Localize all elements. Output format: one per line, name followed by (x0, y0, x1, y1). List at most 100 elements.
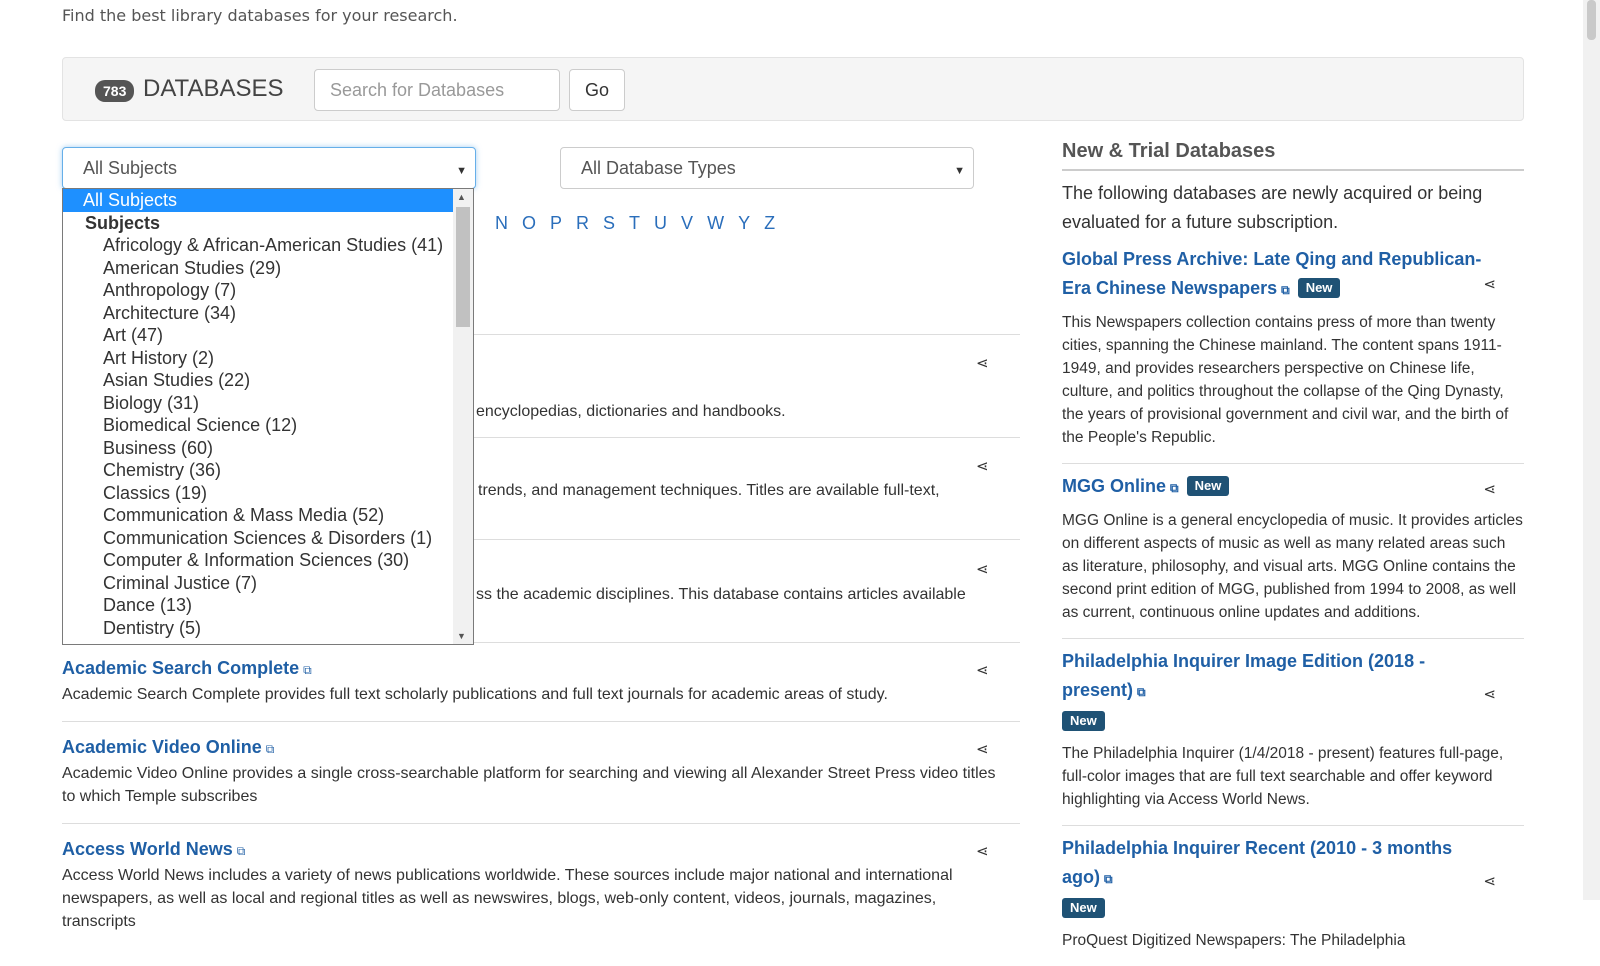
chevron-down-icon: ▼ (954, 165, 965, 177)
page-scroll-thumb[interactable] (1587, 0, 1596, 40)
external-link-icon: ⧉ (1281, 283, 1290, 297)
share-icon[interactable]: ⋖ (976, 661, 989, 679)
divider (62, 823, 1020, 824)
go-button[interactable]: Go (569, 69, 625, 111)
dropdown-group-label: Subjects (85, 212, 161, 233)
external-link-icon: ⧉ (303, 663, 312, 677)
az-letter[interactable]: U (654, 213, 667, 234)
share-icon[interactable]: ⋖ (1483, 685, 1496, 703)
database-entry: Academic Search Complete ⧉ Academic Searc… (62, 658, 1012, 706)
new-trial-databases-panel: New & Trial Databases The following data… (1062, 140, 1524, 966)
trial-database-item: MGG Online ⧉ New ⋖ MGG Online is a general… (1062, 464, 1524, 639)
new-badge: New (1062, 898, 1105, 918)
external-link-icon: ⧉ (236, 844, 246, 858)
az-letter[interactable]: N (495, 213, 508, 234)
dropdown-option[interactable]: Dentistry (5) (63, 617, 453, 640)
dropdown-option[interactable]: Asian Studies (22) (63, 369, 453, 392)
chevron-down-icon: ▼ (456, 165, 467, 177)
database-description: Academic Search Complete provides full t… (62, 686, 888, 703)
trial-database-link[interactable]: MGG Online (1062, 476, 1166, 496)
new-trial-intro: The following databases are newly acquir… (1062, 183, 1483, 232)
dropdown-option[interactable]: Dance (13) (63, 594, 453, 617)
az-letter[interactable]: R (576, 213, 589, 234)
az-letter[interactable]: W (707, 213, 724, 234)
database-count-badge: 783 (95, 80, 135, 102)
az-index: NOPRSTUVWYZ (495, 213, 789, 234)
external-link-icon: ⧉ (265, 742, 275, 756)
database-types-select-value: All Database Types (581, 158, 736, 178)
divider (62, 721, 1020, 722)
database-title-link[interactable]: Academic Video Online (62, 737, 262, 757)
share-icon[interactable]: ⋖ (976, 457, 989, 475)
dropdown-option[interactable]: Criminal Justice (7) (63, 572, 453, 595)
external-link-icon: ⧉ (1170, 481, 1179, 495)
new-trial-heading: New & Trial Databases (1062, 140, 1524, 171)
page-scrollbar[interactable] (1583, 0, 1600, 900)
dropdown-option[interactable]: Art (47) (63, 324, 453, 347)
trial-database-link[interactable]: Philadelphia Inquirer Recent (2010 - 3 m… (1062, 838, 1452, 887)
trial-database-link[interactable]: Philadelphia Inquirer Image Edition (201… (1062, 651, 1425, 700)
scroll-up-arrow-icon[interactable]: ▲ (457, 192, 466, 202)
dropdown-option[interactable]: Communication Sciences & Disorders (1) (63, 527, 453, 550)
database-search-input[interactable] (314, 69, 560, 111)
dropdown-option-all-subjects[interactable]: All Subjects (63, 189, 453, 212)
new-badge: New (1062, 711, 1105, 731)
subjects-select[interactable]: All Subjects ▼ (62, 147, 476, 189)
share-icon[interactable]: ⋖ (1483, 480, 1496, 498)
dropdown-option[interactable]: Biology (31) (63, 392, 453, 415)
trial-database-description: The Philadelphia Inquirer (1/4/2018 - pr… (1062, 745, 1504, 808)
new-badge: New (1297, 278, 1341, 298)
dropdown-scroll-thumb[interactable] (456, 207, 470, 327)
databases-heading: DATABASES (143, 75, 284, 102)
share-icon[interactable]: ⋖ (976, 740, 989, 758)
dropdown-option[interactable]: American Studies (29) (63, 257, 453, 280)
database-description: Access World News includes a variety of … (62, 867, 953, 930)
trial-database-item: Philadelphia Inquirer Recent (2010 - 3 m… (1062, 826, 1524, 966)
trial-database-item: Philadelphia Inquirer Image Edition (201… (1062, 639, 1524, 826)
trial-database-item: Global Press Archive: Late Qing and Repu… (1062, 237, 1524, 464)
database-types-select[interactable]: All Database Types ▼ (560, 147, 974, 189)
database-description: encyclopedias, dictionaries and handbook… (476, 403, 786, 420)
share-icon[interactable]: ⋖ (976, 560, 989, 578)
dropdown-option[interactable]: Communication & Mass Media (52) (63, 504, 453, 527)
dropdown-option[interactable]: Computer & Information Sciences (30) (63, 549, 453, 572)
database-title-link[interactable]: Academic Search Complete (62, 658, 299, 678)
subjects-dropdown-list[interactable]: All Subjects Subjects Africology & Afric… (62, 188, 474, 645)
az-letter[interactable]: T (629, 213, 640, 234)
az-letter[interactable]: P (550, 213, 562, 234)
databases-header-bar: 783 DATABASES Go (62, 57, 1524, 121)
share-icon[interactable]: ⋖ (1483, 275, 1496, 293)
external-link-icon: ⧉ (1137, 685, 1146, 699)
share-icon[interactable]: ⋖ (1483, 872, 1496, 890)
dropdown-option[interactable]: Chemistry (36) (63, 459, 453, 482)
database-title-link[interactable]: Access World News (62, 839, 233, 859)
share-icon[interactable]: ⋖ (976, 354, 989, 372)
scroll-down-arrow-icon[interactable]: ▼ (457, 631, 466, 641)
dropdown-option[interactable]: Classics (19) (63, 482, 453, 505)
dropdown-option[interactable]: Anthropology (7) (63, 279, 453, 302)
database-entry: Access World News ⧉ Access World News inc… (62, 839, 1012, 933)
new-badge: New (1186, 476, 1230, 496)
share-icon[interactable]: ⋖ (976, 842, 989, 860)
page-tagline: Find the best library databases for your… (62, 6, 458, 25)
trial-database-link[interactable]: Global Press Archive: Late Qing and Repu… (1062, 249, 1481, 298)
trial-database-description: MGG Online is a general encyclopedia of … (1062, 512, 1523, 621)
az-letter[interactable]: Y (738, 213, 750, 234)
trial-database-description: ProQuest Digitized Newspapers: The Phila… (1062, 932, 1406, 949)
az-letter[interactable]: V (681, 213, 693, 234)
database-description: ss the academic disciplines. This databa… (476, 586, 966, 603)
az-letter[interactable]: S (603, 213, 615, 234)
dropdown-scrollbar[interactable]: ▲ ▼ (453, 189, 473, 644)
external-link-icon: ⧉ (1104, 872, 1113, 886)
az-letter[interactable]: O (522, 213, 536, 234)
az-letter[interactable]: Z (764, 213, 775, 234)
dropdown-option[interactable]: Africology & African-American Studies (4… (63, 234, 453, 257)
database-description: Academic Video Online provides a single … (62, 765, 996, 805)
database-entry: Academic Video Online ⧉ Academic Video On… (62, 737, 1012, 808)
dropdown-option[interactable]: Biomedical Science (12) (63, 414, 453, 437)
trial-database-description: This Newspapers collection contains pres… (1062, 314, 1509, 446)
dropdown-option[interactable]: Art History (2) (63, 347, 453, 370)
dropdown-option[interactable]: Architecture (34) (63, 302, 453, 325)
dropdown-option[interactable]: Business (60) (63, 437, 453, 460)
database-description: trends, and management techniques. Title… (478, 482, 940, 499)
